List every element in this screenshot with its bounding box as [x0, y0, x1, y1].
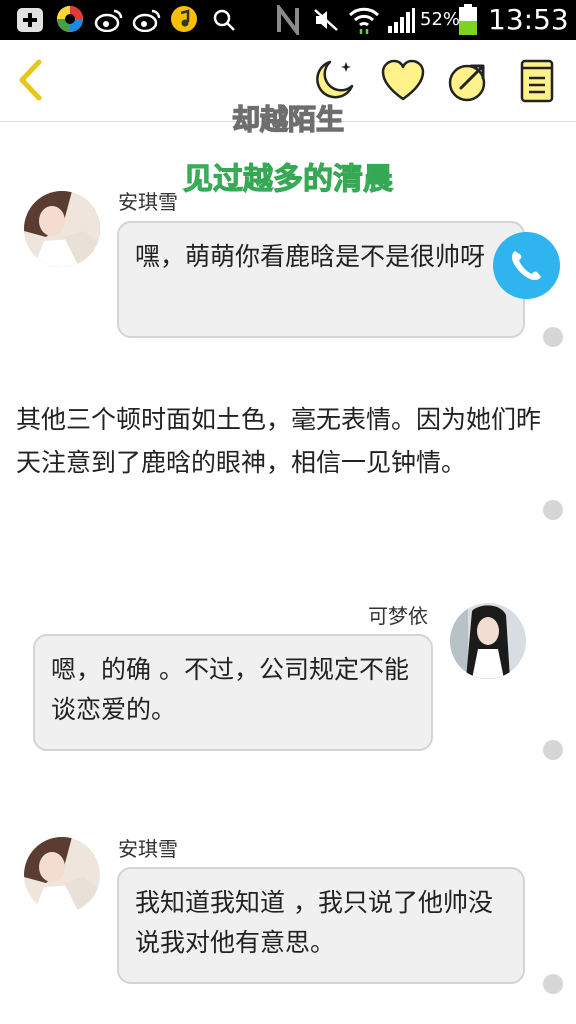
- status-bar: 52% 13:53: [0, 0, 576, 40]
- message-text: 我知道我知道 ，我只说了他帅没说我对他有意思。: [135, 888, 493, 957]
- avatar-photo: [24, 837, 100, 913]
- narration-text: 其他三个顿时面如土色，毫无表情。因为她们昨天注意到了鹿晗的眼神，相信一见钟情。: [16, 405, 542, 477]
- status-dot: [543, 500, 563, 520]
- message-text: 嗯，的确 。不过，公司规定不能谈恋爱的。: [51, 655, 409, 724]
- avatar-photo: [24, 191, 100, 267]
- nfc-icon: [277, 5, 299, 35]
- wifi-icon: [348, 7, 380, 34]
- battery-icon: [459, 4, 477, 35]
- avatar-photo: [450, 603, 526, 679]
- status-dot: [543, 740, 563, 760]
- app-icon: [57, 6, 83, 32]
- sender-name: 安琪雪: [118, 837, 178, 861]
- music-icon: [171, 6, 197, 32]
- signal-icon: [388, 8, 415, 33]
- sender-name: 可梦依: [368, 604, 428, 628]
- weibo-icon: [94, 9, 123, 32]
- avatar: [24, 191, 100, 267]
- story-author: 却越陌生: [231, 102, 344, 136]
- mute-icon: [314, 9, 338, 31]
- status-dot: [543, 327, 563, 347]
- call-button[interactable]: [493, 232, 560, 299]
- clock: 13:53: [488, 3, 569, 36]
- sender-name: 安琪雪: [118, 190, 178, 214]
- avatar: [24, 837, 100, 913]
- status-dot: [543, 974, 563, 994]
- story-title: 见过越多的清晨: [183, 162, 394, 198]
- message-text: 嘿，萌萌你看鹿晗是不是很帅呀: [135, 242, 486, 271]
- message-bubble[interactable]: 我知道我知道 ，我只说了他帅没说我对他有意思。: [117, 867, 525, 984]
- battery-percent: 52%: [420, 9, 461, 30]
- add-icon: [17, 8, 43, 32]
- phone-icon: [511, 251, 541, 281]
- message-bubble[interactable]: 嘿，萌萌你看鹿晗是不是很帅呀: [117, 221, 525, 338]
- message-bubble[interactable]: 嗯，的确 。不过，公司规定不能谈恋爱的。: [33, 634, 433, 751]
- search-icon: [213, 9, 235, 31]
- weibo-icon: [132, 9, 161, 32]
- avatar: [450, 603, 526, 679]
